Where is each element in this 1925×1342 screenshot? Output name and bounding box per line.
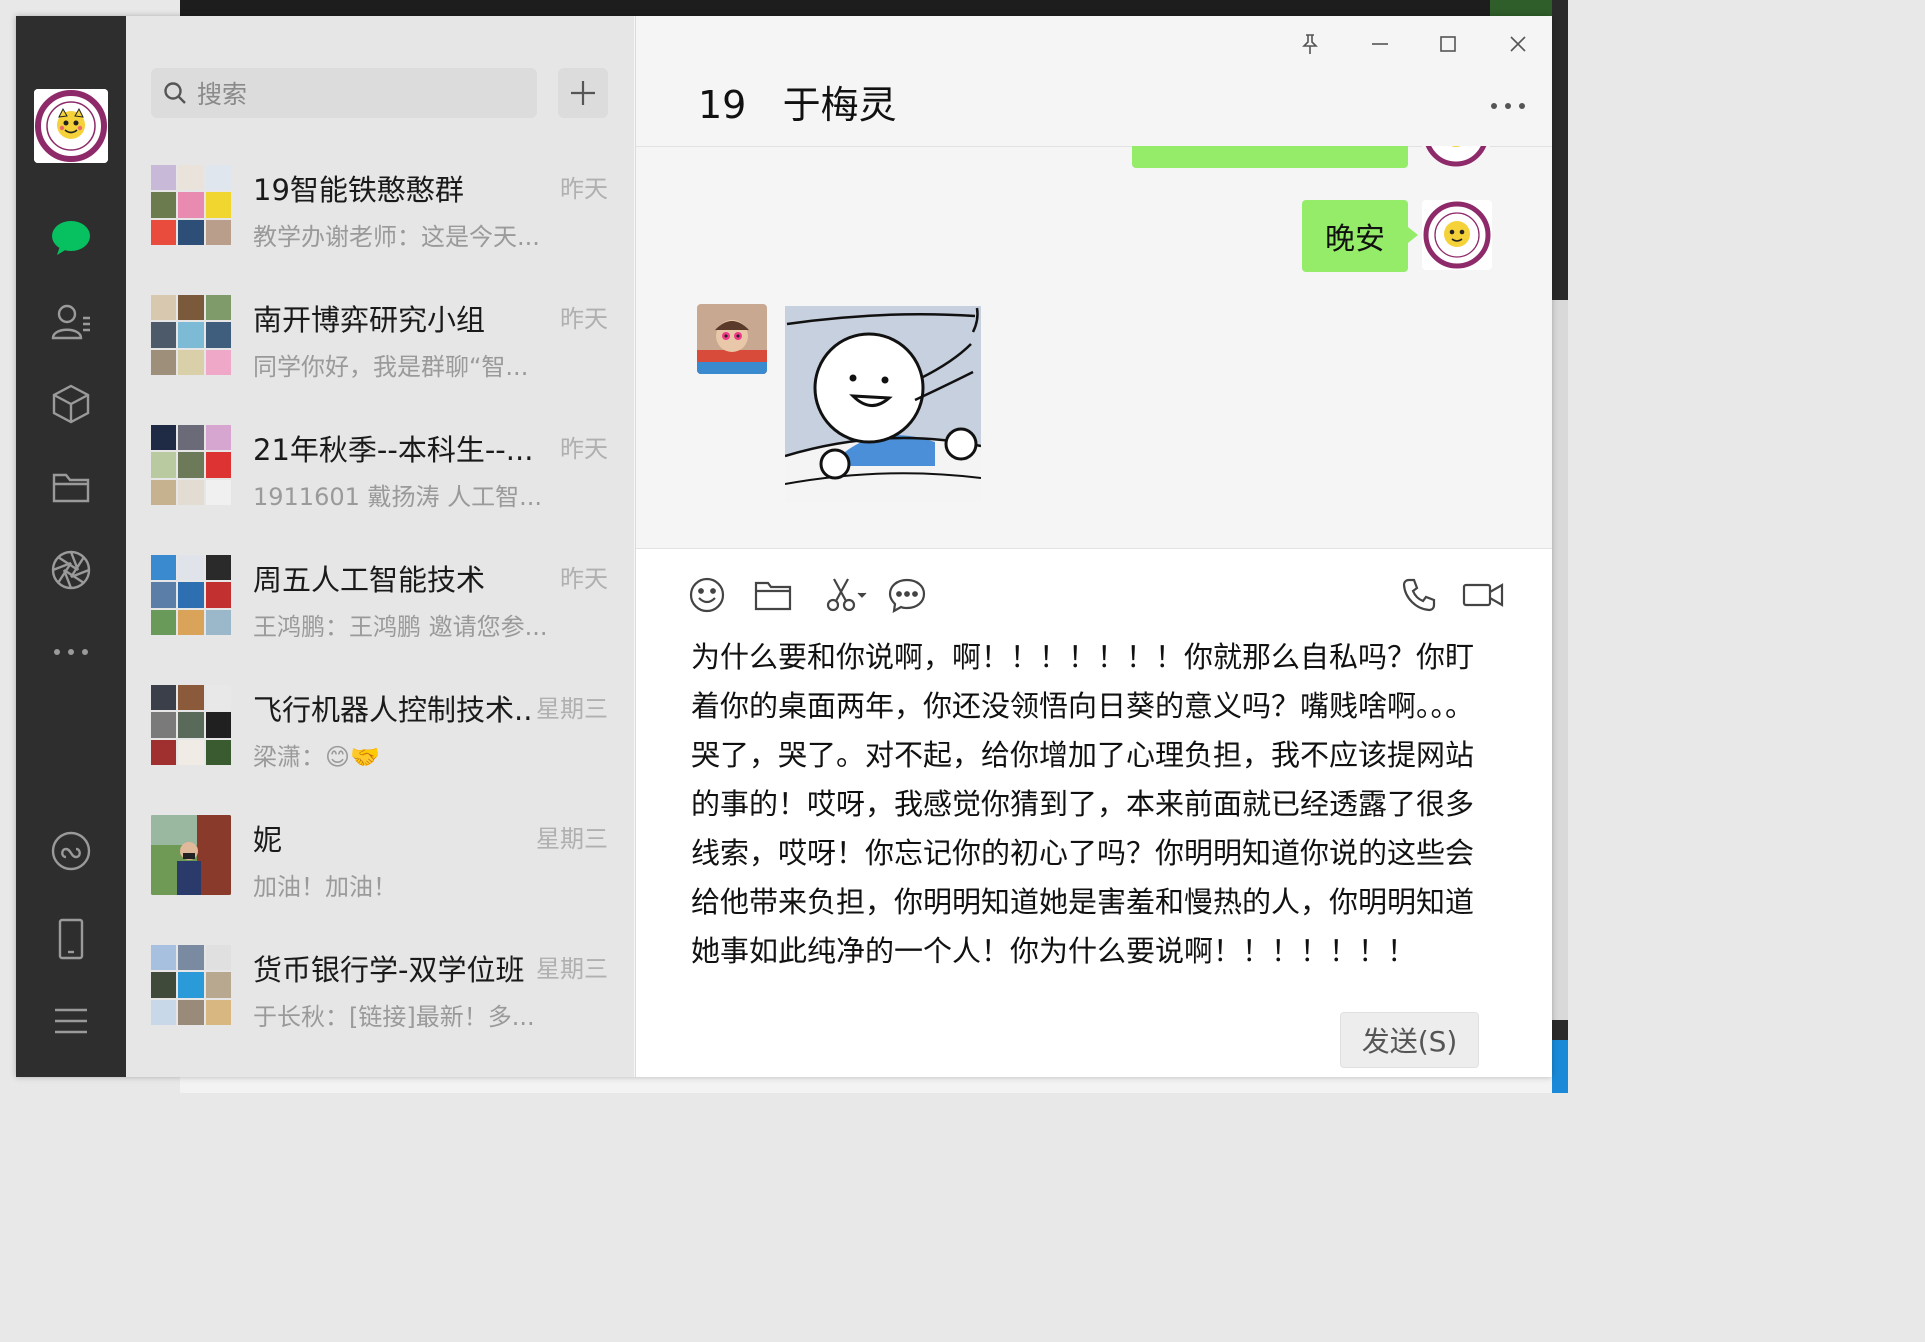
chat-header: 19 于梅灵 — [636, 16, 1552, 147]
search-box[interactable]: 搜索 — [151, 68, 537, 118]
message-input[interactable]: 为什么要和你说啊，啊！！！！！！！你就那么自私吗？你盯着你的桌面两年，你还没领悟… — [691, 633, 1501, 976]
mini-program-icon[interactable] — [45, 825, 97, 877]
pin-icon[interactable] — [1290, 30, 1330, 58]
my-avatar-message[interactable] — [1422, 200, 1492, 270]
background-taskbar-icon — [1552, 1040, 1568, 1093]
group-avatar — [151, 295, 231, 375]
chat-item[interactable]: 货币银行学-双学位班 星期三 于长秋：[链接]最新！多... — [126, 923, 634, 1053]
chat-name: 妮 — [253, 823, 283, 857]
composer: 为什么要和你说啊，啊！！！！！！！你就那么自私吗？你盯着你的桌面两年，你还没领悟… — [636, 548, 1552, 1077]
group-avatar — [151, 555, 231, 635]
message-bubble[interactable]: 晚安 — [1302, 200, 1408, 272]
emoji-icon[interactable] — [685, 573, 729, 617]
wechat-window: 搜索 19智能铁憨憨群 昨天 教学办谢老师：这是今天... 南开博弈研究小组 昨 — [16, 16, 1552, 1077]
minimize-icon[interactable] — [1360, 30, 1400, 58]
chat-name: 21年秋季--本科生--... — [253, 433, 533, 467]
chat-history-icon[interactable] — [885, 573, 929, 617]
chat-list-panel: 搜索 19智能铁憨憨群 昨天 教学办谢老师：这是今天... 南开博弈研究小组 昨 — [126, 16, 634, 1077]
chat-preview: 教学办谢老师：这是今天... — [253, 223, 540, 251]
chat-time: 昨天 — [560, 175, 608, 203]
close-icon[interactable] — [1498, 30, 1538, 58]
search-icon — [163, 81, 187, 105]
chat-time: 星期三 — [536, 955, 608, 983]
group-avatar — [151, 165, 231, 245]
background-window-right-panel — [1552, 300, 1568, 1020]
chat-name: 货币银行学-双学位班 — [253, 953, 525, 987]
voice-call-icon[interactable] — [1397, 573, 1441, 617]
chat-item[interactable]: 妮 星期三 加油！加油！ — [126, 793, 634, 923]
favorites-icon[interactable] — [45, 378, 97, 430]
chat-time: 星期三 — [536, 825, 608, 853]
more-icon[interactable] — [45, 626, 97, 678]
scissors-icon[interactable] — [819, 573, 873, 617]
sidebar-nav — [16, 16, 126, 1077]
chat-name: 飞行机器人控制技术... — [253, 693, 533, 727]
message-text: 晚安 — [1325, 222, 1385, 257]
send-button[interactable]: 发送(S) — [1340, 1012, 1479, 1068]
chat-item[interactable]: 周五人工智能技术 昨天 王鸿鹏：王鸿鹏 邀请您参... — [126, 533, 634, 663]
chat-preview: 梁潇：😊🤝 — [253, 743, 380, 771]
chat-name: 周五人工智能技术 — [253, 563, 486, 597]
my-avatar-partial — [1422, 146, 1490, 168]
chat-item[interactable]: 飞行机器人控制技术... 星期三 梁潇：😊🤝 — [126, 663, 634, 793]
add-chat-button[interactable] — [558, 68, 608, 118]
phone-icon[interactable] — [45, 913, 97, 965]
video-call-icon[interactable] — [1458, 573, 1508, 617]
folder-icon[interactable] — [751, 573, 795, 617]
bubble-tail — [1408, 227, 1418, 243]
chat-time: 昨天 — [560, 435, 608, 463]
group-avatar — [151, 425, 231, 505]
group-avatar — [151, 685, 231, 765]
group-avatar — [151, 945, 231, 1025]
my-avatar[interactable] — [34, 89, 108, 163]
menu-icon[interactable] — [45, 995, 97, 1047]
chat-time: 昨天 — [560, 305, 608, 333]
chat-name: 南开博弈研究小组 — [253, 303, 486, 337]
more-options-icon[interactable] — [1486, 94, 1530, 118]
chat-time: 星期三 — [536, 695, 608, 723]
chat-name: 19智能铁憨憨群 — [253, 173, 464, 207]
chat-icon[interactable] — [45, 212, 97, 264]
contact-avatar — [151, 815, 231, 895]
chat-preview: 加油！加油！ — [253, 873, 397, 901]
chat-time: 昨天 — [560, 565, 608, 593]
contact-avatar[interactable] — [697, 304, 767, 374]
chat-item[interactable]: 19智能铁憨憨群 昨天 教学办谢老师：这是今天... — [126, 143, 634, 273]
sticker-image[interactable] — [784, 306, 982, 502]
chat-preview: 于长秋：[链接]最新！多... — [253, 1003, 535, 1031]
chat-preview: 同学你好，我是群聊“智... — [253, 353, 529, 381]
background-window-top — [180, 0, 1568, 16]
moments-icon[interactable] — [45, 544, 97, 596]
message-bubble-partial[interactable] — [1132, 146, 1408, 168]
chat-title: 19 于梅灵 — [698, 83, 897, 127]
background-window-bottom — [180, 1077, 1552, 1093]
chat-item[interactable]: 南开博弈研究小组 昨天 同学你好，我是群聊“智... — [126, 273, 634, 403]
contacts-icon[interactable] — [45, 296, 97, 348]
maximize-icon[interactable] — [1428, 30, 1468, 58]
files-icon[interactable] — [45, 461, 97, 513]
chat-preview: 王鸿鹏：王鸿鹏 邀请您参... — [253, 613, 548, 641]
chat-preview: 1911601 戴扬涛 人工智... — [253, 483, 543, 511]
search-placeholder: 搜索 — [197, 80, 248, 109]
chat-item[interactable]: 21年秋季--本科生--... 昨天 1911601 戴扬涛 人工智... — [126, 403, 634, 533]
chat-pane: 19 于梅灵 晚安 为什么要和你说啊，啊！！！！！！！你就那么自私吗？你盯着你的… — [635, 16, 1552, 1077]
